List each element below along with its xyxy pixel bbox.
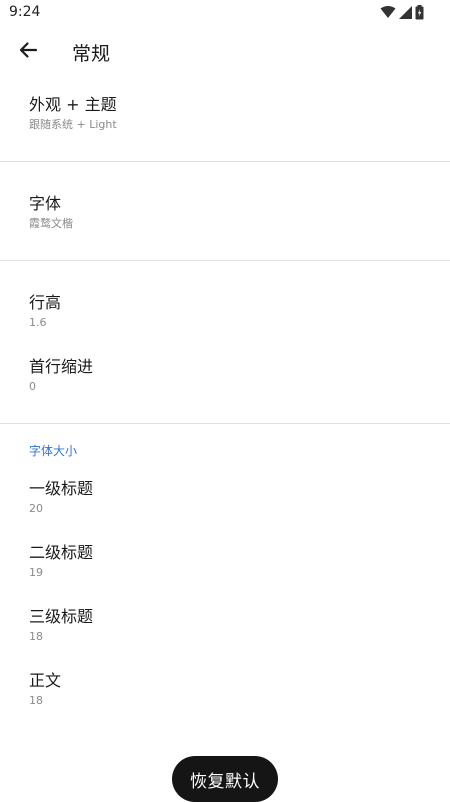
setting-value: 18: [29, 694, 43, 707]
setting-body-size[interactable]: 正文 18: [0, 671, 450, 731]
status-icons: [380, 4, 424, 20]
setting-title: 外观 + 主题: [29, 95, 117, 114]
setting-title: 二级标题: [29, 543, 94, 562]
setting-value: 霞鹜文楷: [29, 217, 73, 230]
divider: [0, 423, 450, 424]
divider: [0, 260, 450, 261]
page-title: 常规: [72, 43, 111, 65]
section-header-font-size: 字体大小: [29, 444, 78, 458]
arrow-left-icon: [18, 40, 38, 64]
setting-title: 字体: [29, 194, 62, 213]
setting-value: 跟随系统 + Light: [29, 118, 117, 131]
setting-title: 一级标题: [29, 479, 94, 498]
battery-icon: [415, 4, 424, 20]
setting-heading-2-size[interactable]: 二级标题 19: [0, 543, 450, 603]
setting-title: 行高: [29, 293, 62, 312]
setting-title: 首行缩进: [29, 357, 94, 376]
wifi-icon: [380, 5, 396, 19]
setting-title: 三级标题: [29, 607, 94, 626]
setting-line-height[interactable]: 行高 1.6: [0, 293, 450, 353]
setting-heading-3-size[interactable]: 三级标题 18: [0, 607, 450, 667]
signal-icon: [399, 5, 412, 19]
setting-heading-1-size[interactable]: 一级标题 20: [0, 479, 450, 539]
setting-font[interactable]: 字体 霞鹜文楷: [0, 194, 450, 254]
restore-defaults-button[interactable]: 恢复默认: [172, 756, 278, 802]
divider: [0, 161, 450, 162]
status-time: 9:24: [9, 4, 41, 20]
setting-value: 18: [29, 630, 43, 643]
setting-first-line-indent[interactable]: 首行缩进 0: [0, 357, 450, 417]
setting-title: 正文: [29, 671, 62, 690]
setting-value: 20: [29, 502, 43, 515]
setting-value: 19: [29, 566, 43, 579]
status-bar: 9:24: [0, 0, 450, 24]
back-button[interactable]: [10, 32, 46, 72]
setting-appearance-theme[interactable]: 外观 + 主题 跟随系统 + Light: [0, 95, 450, 155]
setting-value: 1.6: [29, 316, 47, 329]
setting-value: 0: [29, 380, 36, 393]
app-bar: 常规: [0, 24, 450, 80]
